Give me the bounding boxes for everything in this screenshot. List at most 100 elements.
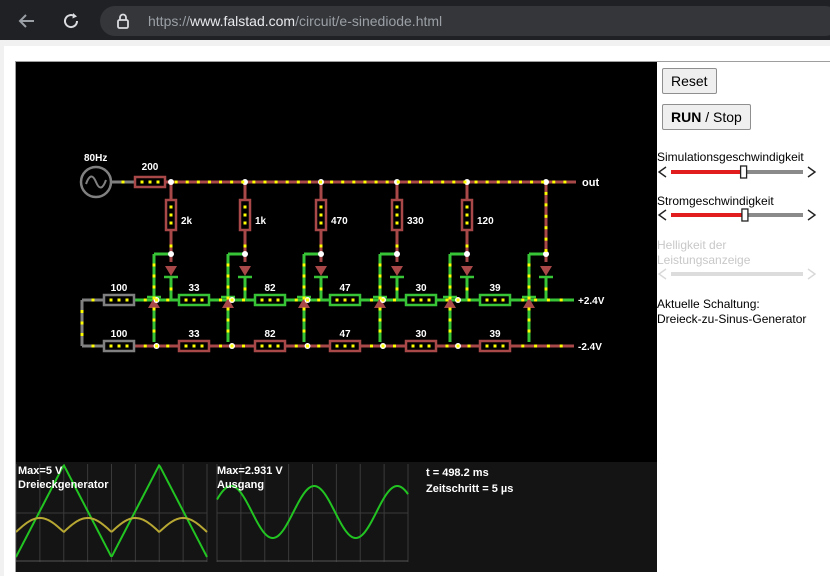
circuit-canvas[interactable]: 80Hz 200 out 2k 1k 470 330 120 100 100 33 33 82 82 47 4… [16, 62, 657, 572]
current-dot [393, 298, 396, 302]
current-dot [544, 249, 548, 253]
current-dot [546, 298, 550, 302]
current-dot [527, 285, 531, 289]
current-dot [456, 298, 460, 302]
top-row-resistor-label: 39 [489, 283, 501, 294]
current-dot [252, 180, 256, 184]
current-dot [125, 344, 129, 348]
slider-fill [671, 213, 745, 217]
current-dot [226, 274, 230, 278]
current-dot [268, 344, 272, 348]
current-dot [341, 180, 345, 184]
current-dot [351, 298, 355, 302]
current-dot [378, 296, 382, 300]
current-dot [330, 180, 334, 184]
sine-wave-icon [85, 175, 107, 189]
current-dot [381, 298, 385, 302]
current-dot [307, 180, 311, 184]
current-dot [445, 344, 449, 348]
address-bar[interactable]: https://www.falstad.com/circuit/e-sinedi… [100, 6, 830, 36]
current-dot [143, 298, 147, 302]
current-dot [507, 180, 511, 184]
current-dot [534, 344, 538, 348]
bottom-row-resistor-label: 33 [188, 329, 200, 340]
current-dot [527, 274, 531, 278]
current-dot [378, 318, 382, 322]
current-dot [276, 298, 280, 302]
current-dot [226, 285, 230, 289]
current-dot [448, 274, 452, 278]
current-dot [184, 298, 188, 302]
scope2-max-label: Max=2.931 V [217, 465, 283, 477]
source-resistor-label: 200 [142, 162, 159, 173]
reload-button[interactable] [58, 8, 84, 34]
reset-button[interactable]: Reset [662, 68, 717, 94]
circuit-info: Aktuelle Schaltung: Dreieck-zu-Sinus-Gen… [657, 297, 827, 327]
current-dot [374, 180, 378, 184]
current-dot [395, 205, 399, 209]
current-dot [546, 344, 550, 348]
current-dot [109, 298, 113, 302]
current-dot [485, 180, 489, 184]
current-dot [302, 318, 306, 322]
current-dot [381, 344, 385, 348]
current-dot [121, 180, 125, 184]
slider-left-arrow-icon [657, 268, 667, 280]
current-dot [268, 298, 272, 302]
current-dot [80, 333, 84, 336]
current-dot [534, 298, 538, 302]
current-dot [169, 287, 173, 291]
slider-right-arrow-icon [807, 209, 817, 221]
current-dot [411, 298, 415, 302]
current-dot [226, 329, 230, 333]
current-dot [302, 263, 306, 267]
current-dot [430, 180, 434, 184]
current-dot [302, 329, 306, 333]
stop-label: Stop [713, 109, 742, 125]
bottom-row-resistor-label: 100 [111, 329, 128, 340]
current-dot [448, 307, 452, 311]
top-row-resistor-label: 47 [339, 283, 351, 294]
current-dot [185, 180, 189, 184]
current-dot [219, 344, 222, 348]
current-dot [302, 285, 306, 289]
current-dot [445, 298, 449, 302]
current-dot [493, 298, 497, 302]
bottom-row-resistor-label: 82 [264, 329, 276, 340]
current-dot [419, 298, 423, 302]
current-dot [155, 298, 158, 302]
back-button[interactable] [14, 8, 40, 34]
bottom-row-resistor-label: 47 [339, 329, 351, 340]
current-dot [200, 344, 204, 348]
current-dot [152, 307, 156, 311]
slider-track [671, 272, 803, 276]
out-label: out [582, 177, 599, 189]
current-dot [260, 298, 264, 302]
current-dot [319, 205, 323, 209]
current-dot [317, 298, 321, 302]
current-dot [242, 344, 245, 348]
current-dot [226, 263, 230, 267]
diode-down [540, 266, 552, 276]
current-dot [276, 344, 280, 348]
current-speed-slider[interactable] [657, 208, 817, 222]
current-dot [174, 180, 178, 184]
current-dot [395, 287, 399, 291]
current-dot [544, 226, 548, 230]
scope1-max-label: Max=5 V [18, 465, 63, 477]
current-dot [343, 344, 347, 348]
current-dot [544, 191, 548, 195]
current-dot [465, 205, 469, 209]
slider-right-arrow-icon [807, 166, 817, 178]
current-dot [285, 180, 289, 184]
current-dot [527, 329, 531, 333]
current-dot [419, 344, 423, 348]
current-dot [544, 237, 548, 241]
run-stop-button[interactable]: RUN / Stop [662, 104, 751, 130]
vertical-resistor-label: 1k [255, 216, 267, 227]
sim-speed-slider[interactable] [657, 165, 817, 179]
circuit-name: Dreieck-zu-Sinus-Generator [657, 312, 807, 326]
current-dot [166, 344, 170, 348]
current-dot [192, 344, 196, 348]
current-dot [192, 298, 196, 302]
